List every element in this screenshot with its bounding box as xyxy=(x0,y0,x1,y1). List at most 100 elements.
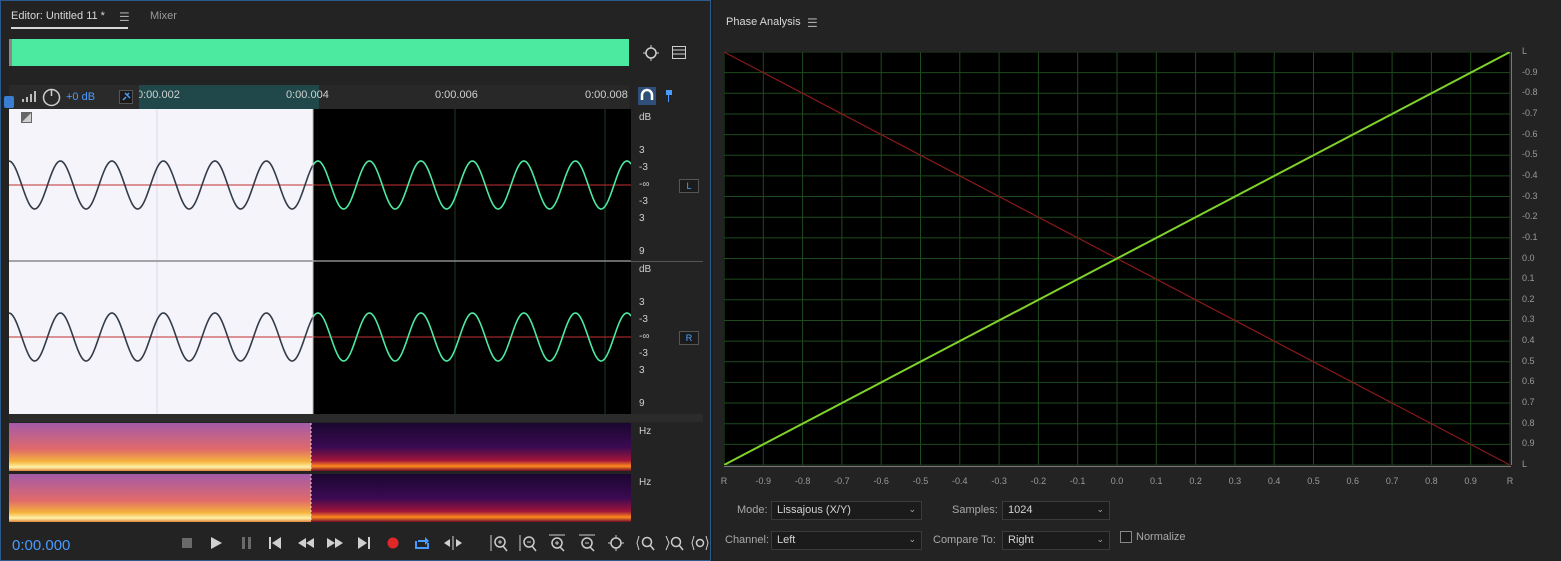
waveform-display[interactable] xyxy=(9,109,631,414)
waveform-svg xyxy=(9,109,631,414)
normalize-label: Normalize xyxy=(1136,531,1186,543)
compare-value: Right xyxy=(1008,534,1034,546)
x-tick-label: -0.3 xyxy=(991,476,1007,486)
y-tick-label: 0.4 xyxy=(1522,335,1535,346)
samples-label: Samples: xyxy=(952,504,998,516)
y-tick-label: -0.3 xyxy=(1522,190,1538,201)
x-tick-label: -0.6 xyxy=(873,476,889,486)
ruler-label-1: 0:00.002 xyxy=(137,89,180,101)
rewind-icon[interactable] xyxy=(298,538,314,548)
x-tick-label: 0.2 xyxy=(1189,476,1202,486)
scale-tick-12: 9 xyxy=(639,398,645,409)
skip-selection-icon[interactable] xyxy=(444,536,462,550)
zoom-out-point-icon[interactable] xyxy=(665,534,685,552)
skip-start-icon[interactable] xyxy=(269,537,281,549)
stop-icon[interactable] xyxy=(182,538,192,548)
x-tick-label: 0.6 xyxy=(1346,476,1360,486)
compare-label: Compare To: xyxy=(933,534,996,546)
y-tick-label: -0.1 xyxy=(1522,231,1538,242)
scale-tick-4: -3 xyxy=(639,196,648,207)
y-tick-label: -0.9 xyxy=(1522,66,1538,77)
x-tick-label: R xyxy=(720,476,728,486)
y-axis-line xyxy=(1511,52,1512,465)
playhead-marker[interactable] xyxy=(4,96,14,108)
zoom-out-time-icon[interactable] xyxy=(578,534,596,552)
splitter-handle[interactable] xyxy=(9,414,703,422)
editor-tabbar: Editor: Untitled 11 * ☰ Mixer xyxy=(1,1,710,33)
y-tick-label: -0.7 xyxy=(1522,107,1538,118)
channel-select[interactable]: Left ⌄ xyxy=(771,531,922,550)
x-tick-label: -0.4 xyxy=(952,476,968,486)
zoom-in-amplitude-icon[interactable] xyxy=(490,534,508,552)
tab-mixer[interactable]: Mixer xyxy=(150,10,177,22)
list-view-icon[interactable] xyxy=(672,46,686,59)
y-tick-label: -0.6 xyxy=(1522,128,1538,139)
overview-waveform[interactable] xyxy=(9,39,629,66)
zoom-out-amplitude-icon[interactable] xyxy=(519,534,537,552)
channel-label: Channel: xyxy=(725,534,770,546)
x-tick-label: -0.9 xyxy=(755,476,772,486)
y-tick-label: 0.2 xyxy=(1522,293,1535,304)
scale-tick-8: -3 xyxy=(639,314,648,325)
y-tick-label: 0.7 xyxy=(1522,397,1535,408)
chevron-down-icon: ⌄ xyxy=(1096,504,1104,514)
record-icon[interactable] xyxy=(387,537,399,549)
spectrogram-right[interactable] xyxy=(9,474,631,522)
y-tick-label: -0.8 xyxy=(1522,87,1538,98)
phase-plot xyxy=(723,51,1511,466)
y-tick-label: L xyxy=(1522,459,1528,469)
channel-badge-left[interactable]: L xyxy=(679,179,699,193)
snap-magnet-icon[interactable] xyxy=(638,87,656,105)
mode-label: Mode: xyxy=(737,504,768,516)
samples-value: 1024 xyxy=(1008,504,1033,516)
pin-icon[interactable] xyxy=(119,90,133,104)
fast-forward-icon[interactable] xyxy=(327,538,343,548)
phase-plot-svg xyxy=(723,51,1511,466)
x-tick-label: -0.7 xyxy=(834,476,850,486)
scale-tick-1: 3 xyxy=(639,145,645,156)
amplitude-scale: dB 3 -3 -∞ -3 3 9 L dB 3 -3 -∞ -3 3 9 R xyxy=(631,109,703,414)
zoom-in-time-icon[interactable] xyxy=(548,534,566,552)
editor-panel: Editor: Untitled 11 * ☰ Mixer 0:00.002 0… xyxy=(0,0,711,561)
pause-icon[interactable] xyxy=(242,537,252,549)
y-tick-label: 0.0 xyxy=(1522,252,1535,263)
volume-knob-icon[interactable] xyxy=(42,88,61,107)
active-tab-underline xyxy=(11,27,128,29)
x-tick-label: 0.4 xyxy=(1267,476,1281,486)
transport-bar: 0:00.000 xyxy=(1,529,712,559)
x-tick-label: 0.8 xyxy=(1425,476,1438,486)
spectrogram-right-svg xyxy=(9,474,631,522)
current-time[interactable]: 0:00.000 xyxy=(12,537,70,554)
phase-title: Phase Analysis xyxy=(726,16,801,28)
mode-select[interactable]: Lissajous (X/Y) ⌄ xyxy=(771,501,922,520)
scale-tick-11: 3 xyxy=(639,365,645,376)
x-tick-label: -0.8 xyxy=(794,476,811,486)
editor-menu-icon[interactable]: ☰ xyxy=(119,10,130,24)
spectrogram-left[interactable] xyxy=(9,423,631,471)
tab-editor[interactable]: Editor: Untitled 11 * xyxy=(11,10,105,22)
skip-end-icon[interactable] xyxy=(358,537,370,549)
marker-icon[interactable] xyxy=(660,87,678,105)
y-tick-label: 0.3 xyxy=(1522,314,1535,325)
y-tick-label: 0.9 xyxy=(1522,438,1535,449)
ruler-label-4: 0:00.008 xyxy=(585,89,628,101)
x-tick-label: -0.1 xyxy=(1069,476,1086,486)
chevron-down-icon: ⌄ xyxy=(908,504,916,514)
normalize-checkbox[interactable] xyxy=(1120,531,1132,543)
loop-playback-icon[interactable] xyxy=(414,535,430,550)
zoom-in-point-icon[interactable] xyxy=(636,534,656,552)
db-label-bottom: dB xyxy=(639,264,652,275)
play-icon[interactable] xyxy=(211,537,222,549)
volume-value[interactable]: +0 dB xyxy=(66,91,95,103)
samples-select[interactable]: 1024 ⌄ xyxy=(1002,501,1110,520)
zoom-selection-icon[interactable] xyxy=(642,44,660,62)
x-tick-label: 0.0 xyxy=(1110,476,1124,486)
zoom-selection-time-icon[interactable] xyxy=(691,534,709,552)
y-tick-label: -0.2 xyxy=(1522,211,1538,222)
zoom-full-icon[interactable] xyxy=(607,534,625,552)
scale-tick-6: 9 xyxy=(639,246,645,257)
channel-divider xyxy=(631,261,703,262)
phase-menu-icon[interactable]: ☰ xyxy=(807,16,818,30)
channel-badge-right[interactable]: R xyxy=(679,331,699,345)
compare-select[interactable]: Right ⌄ xyxy=(1002,531,1110,550)
